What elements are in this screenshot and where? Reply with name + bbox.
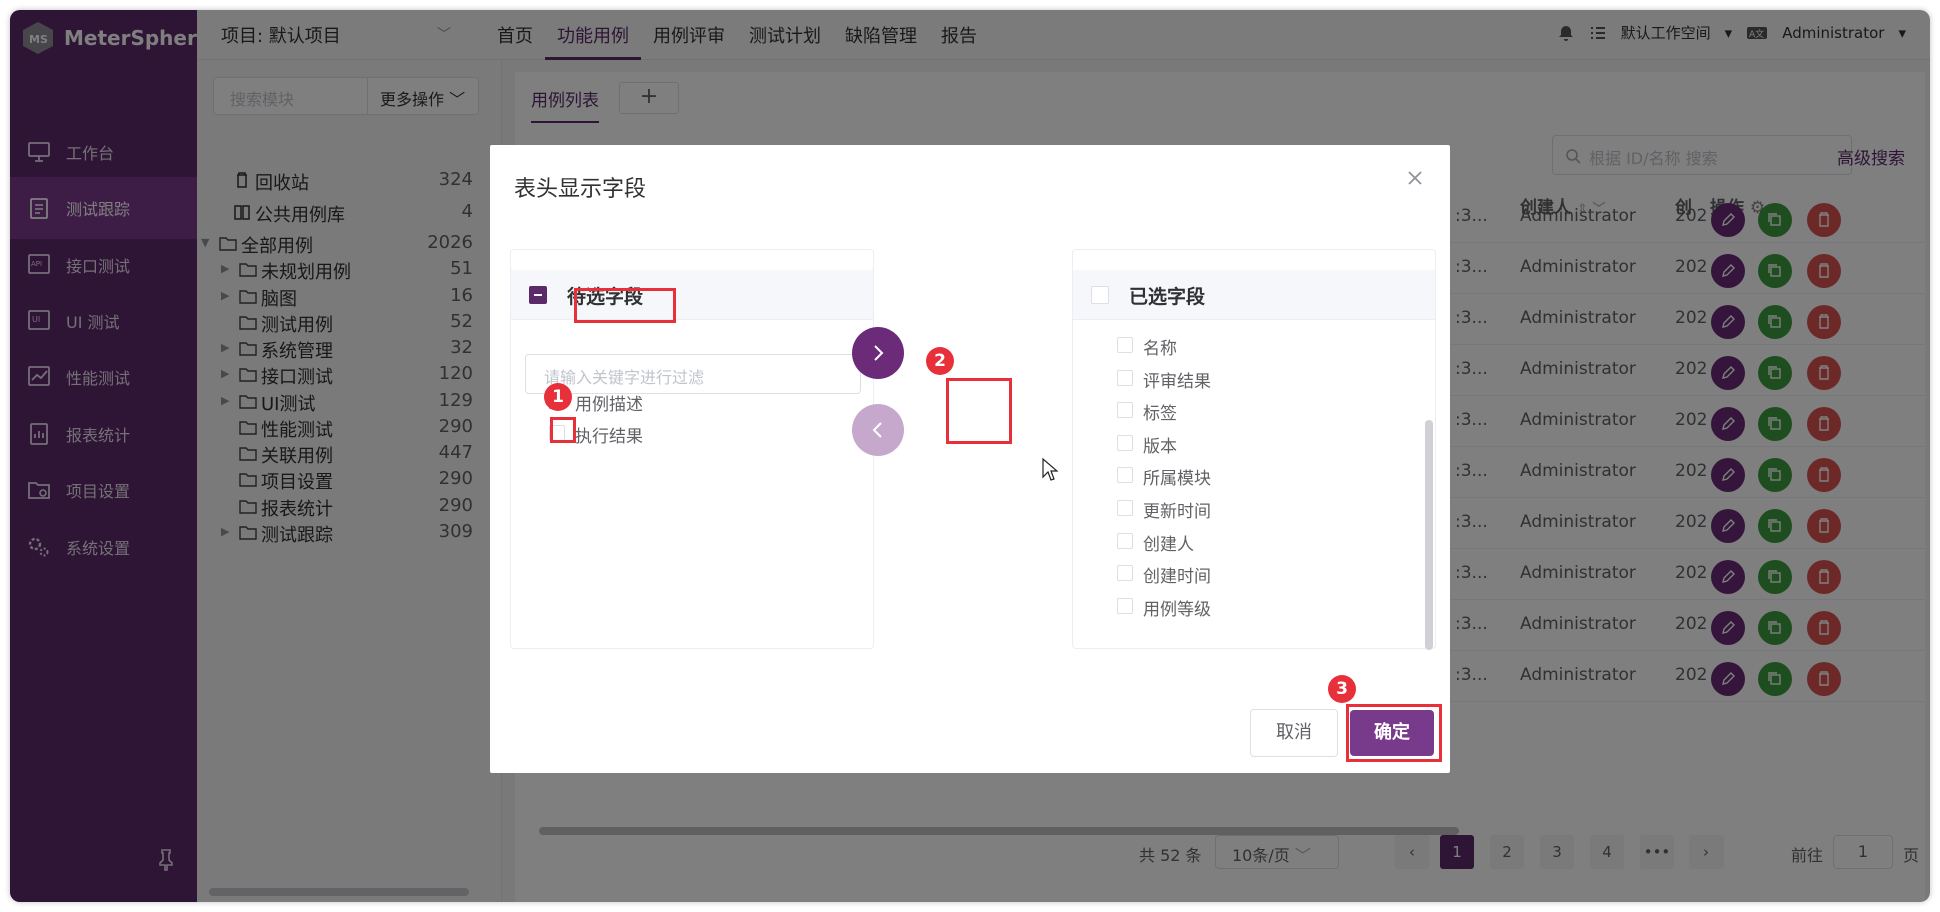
- column-fields-dialog: 表头显示字段 待选字段 请输入关键字进行过滤 用例描述执行结果 已选字段 名称评…: [490, 145, 1450, 773]
- selected-panel-title: 已选字段: [1129, 286, 1206, 308]
- step-badge-3: 3: [1328, 675, 1356, 703]
- field-label: 更新时间: [1143, 502, 1211, 522]
- select-all-selected-checkbox[interactable]: [1091, 286, 1109, 304]
- dialog-title: 表头显示字段: [514, 177, 647, 202]
- field-checkbox[interactable]: [1117, 434, 1133, 451]
- candidate-panel-header: 待选字段: [511, 270, 873, 320]
- selected-fields-panel: 已选字段 名称评审结果标签版本所属模块更新时间创建人创建时间用例等级: [1072, 249, 1436, 650]
- field-checkbox[interactable]: [1117, 337, 1133, 353]
- field-label: 创建人: [1143, 534, 1194, 555]
- field-label: 标签: [1143, 404, 1177, 425]
- field-filter-input[interactable]: 请输入关键字进行过滤: [525, 354, 861, 394]
- field-label: 创建时间: [1143, 567, 1211, 588]
- move-right-button[interactable]: [852, 327, 904, 379]
- field-checkbox[interactable]: [1117, 402, 1133, 419]
- mouse-cursor-icon: [1042, 458, 1058, 481]
- field-checkbox[interactable]: [1117, 467, 1133, 484]
- field-label: 用例等级: [1143, 599, 1211, 620]
- close-icon[interactable]: [1406, 169, 1424, 187]
- highlight-box-candidate-title: [574, 288, 676, 323]
- app-window: MS MeterSphere 工作台测试跟踪API接口测试UIUI 测试性能测试…: [10, 10, 1930, 902]
- chevron-right-icon: [852, 327, 904, 379]
- selected-panel-header: 已选字段: [1073, 270, 1435, 320]
- field-checkbox[interactable]: [1117, 532, 1133, 549]
- select-all-candidate-checkbox[interactable]: [529, 286, 547, 304]
- field-label: 执行结果: [575, 427, 643, 447]
- field-label: 名称: [1143, 339, 1177, 359]
- cancel-button[interactable]: 取消: [1250, 709, 1338, 757]
- field-label: 版本: [1143, 436, 1177, 457]
- candidate-fields-panel: 待选字段 请输入关键字进行过滤 用例描述执行结果: [510, 249, 874, 649]
- field-label: 所属模块: [1143, 469, 1211, 490]
- field-label: 用例描述: [575, 395, 643, 415]
- highlight-box-confirm: [1346, 704, 1442, 762]
- selected-panel-scrollbar[interactable]: [1425, 420, 1433, 650]
- field-checkbox[interactable]: [1117, 565, 1133, 582]
- move-left-button[interactable]: [852, 404, 904, 456]
- highlight-box-move-right: [946, 378, 1012, 444]
- field-checkbox[interactable]: [1117, 369, 1133, 386]
- highlight-box-checkbox: [550, 417, 576, 443]
- field-checkbox[interactable]: [1117, 500, 1133, 516]
- chevron-left-icon: [852, 404, 904, 456]
- step-badge-1: 1: [544, 383, 572, 411]
- step-badge-2: 2: [926, 347, 954, 375]
- field-label: 评审结果: [1143, 371, 1211, 392]
- field-checkbox[interactable]: [1117, 597, 1133, 614]
